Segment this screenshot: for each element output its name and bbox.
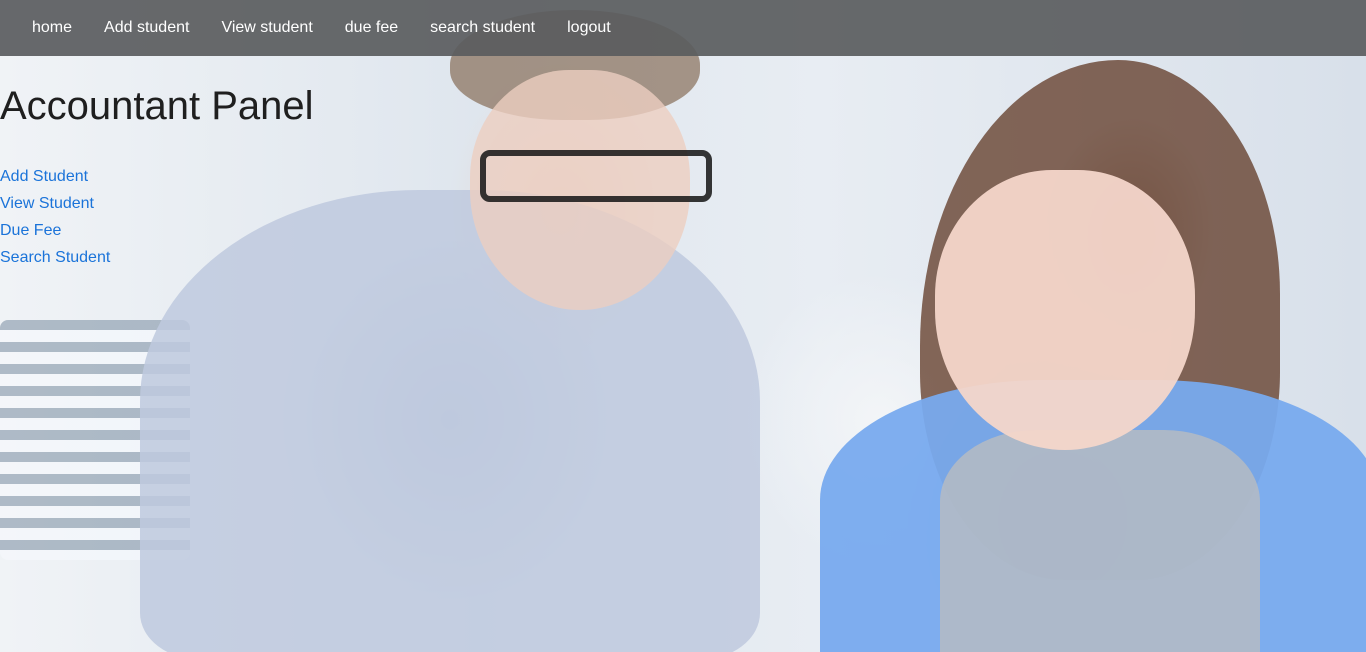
search-student-link[interactable]: Search Student — [0, 249, 314, 267]
nav-add-student-link[interactable]: Add student — [88, 0, 205, 56]
page-title: Accountant Panel — [0, 84, 314, 128]
add-student-link[interactable]: Add Student — [0, 168, 314, 186]
nav-search-student-link[interactable]: search student — [414, 0, 551, 56]
view-student-link[interactable]: View Student — [0, 195, 314, 213]
nav-view-student-link[interactable]: View student — [205, 0, 328, 56]
nav-logout-link[interactable]: logout — [551, 0, 627, 56]
page: home Add student View student due fee se… — [0, 0, 1366, 652]
due-fee-link[interactable]: Due Fee — [0, 222, 314, 240]
main-content: Accountant Panel Add Student View Studen… — [0, 56, 314, 267]
accountant-menu: Add Student View Student Due Fee Search … — [0, 168, 314, 267]
nav-due-fee-link[interactable]: due fee — [329, 0, 414, 56]
top-navbar: home Add student View student due fee se… — [0, 0, 1366, 56]
nav-home-link[interactable]: home — [16, 0, 88, 56]
